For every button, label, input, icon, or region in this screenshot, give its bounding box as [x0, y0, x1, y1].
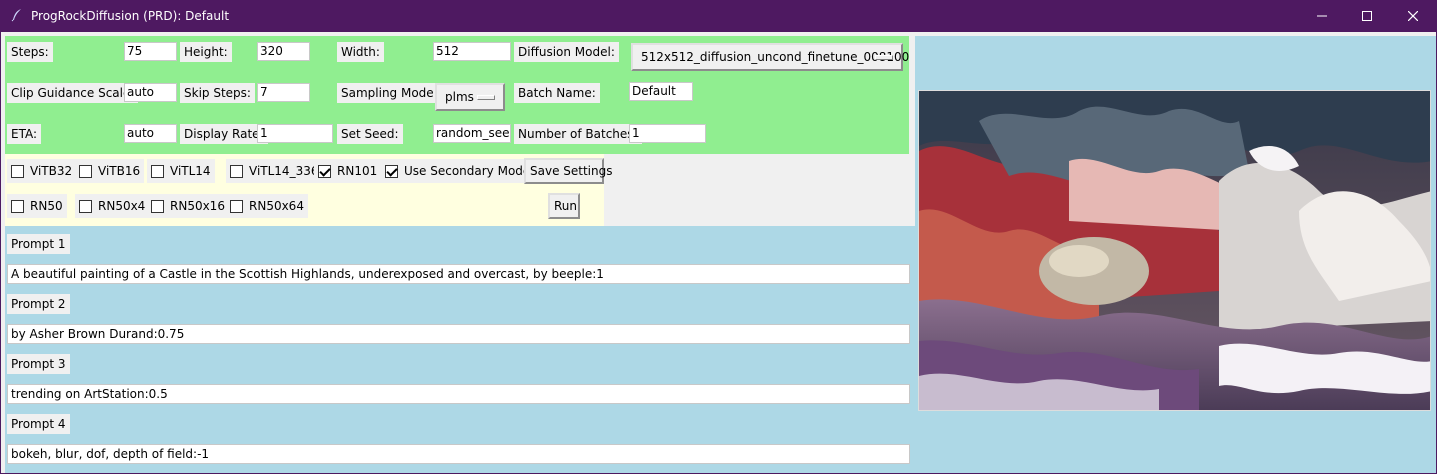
clip-guidance-scale-label: Clip Guidance Scale:	[7, 83, 139, 103]
checkbox-rn101[interactable]: RN101	[314, 159, 382, 183]
checkbox-icon	[11, 199, 24, 213]
clip-guidance-scale-input[interactable]: auto	[124, 83, 177, 102]
height-input[interactable]: 320	[257, 42, 310, 61]
checkbox-vitb16[interactable]: ViTB16	[75, 159, 145, 183]
checkbox-label: ViTL14	[170, 164, 211, 178]
generated-image	[919, 91, 1430, 410]
skip-steps-input[interactable]: 7	[257, 83, 310, 102]
checkbox-rn50x16[interactable]: RN50x16	[147, 194, 229, 218]
checkbox-vitl14[interactable]: ViTL14	[147, 159, 215, 183]
close-icon	[1408, 11, 1418, 21]
save-settings-button[interactable]: Save Settings	[524, 158, 613, 184]
checkbox-icon	[11, 164, 24, 178]
display-rate-label: Display Rate:	[180, 124, 268, 144]
prompt-4-input[interactable]: bokeh, blur, dof, depth of field:-1	[7, 444, 910, 464]
number-of-batches-input[interactable]: 1	[629, 124, 706, 143]
width-input[interactable]: 512	[433, 42, 511, 61]
checkbox-checked-icon	[318, 164, 331, 178]
generated-image-preview	[918, 90, 1431, 411]
skip-steps-label: Skip Steps:	[180, 83, 255, 103]
sampling-mode-select[interactable]: plms	[435, 83, 505, 111]
diffusion-model-value: 512x512_diffusion_uncond_finetune_008100	[641, 50, 910, 64]
checkbox-rn50[interactable]: RN50	[7, 194, 67, 218]
window-title: ProgRockDiffusion (PRD): Default	[31, 9, 230, 23]
checkbox-label: RN101	[337, 164, 378, 178]
checkbox-use-secondary-model[interactable]: Use Secondary Model	[381, 159, 538, 183]
dropdown-indicator-icon	[477, 95, 495, 100]
checkbox-icon	[151, 199, 164, 213]
minimize-button[interactable]	[1299, 0, 1345, 32]
minimize-icon	[1317, 15, 1327, 17]
checkbox-label: ViTL14_336	[249, 164, 319, 178]
width-label: Width:	[337, 42, 384, 62]
checkbox-rn50x64[interactable]: RN50x64	[226, 194, 308, 218]
display-rate-input[interactable]: 1	[257, 124, 333, 143]
checkbox-label: ViTB16	[98, 164, 141, 178]
title-bar[interactable]: ProgRockDiffusion (PRD): Default	[0, 0, 1437, 32]
checkbox-icon	[230, 199, 243, 213]
checkbox-checked-icon	[385, 164, 398, 178]
steps-label: Steps:	[7, 42, 53, 62]
batch-name-label: Batch Name:	[514, 83, 600, 103]
eta-input[interactable]: auto	[124, 124, 177, 143]
checkbox-label: RN50x64	[249, 199, 304, 213]
prompt-1-input[interactable]: A beautiful painting of a Castle in the …	[7, 264, 910, 284]
maximize-icon	[1362, 11, 1372, 21]
checkbox-vitl14-336[interactable]: ViTL14_336	[226, 159, 323, 183]
sampling-mode-value: plms	[445, 90, 474, 104]
checkbox-rn50x4[interactable]: RN50x4	[75, 194, 150, 218]
run-button[interactable]: Run	[548, 193, 580, 219]
checkbox-icon	[230, 164, 243, 178]
checkbox-vitb32[interactable]: ViTB32	[7, 159, 77, 183]
number-of-batches-label: Number of Batches:	[514, 124, 642, 144]
diffusion-model-label: Diffusion Model:	[514, 42, 619, 62]
checkbox-label: Use Secondary Model	[404, 164, 534, 178]
checkbox-label: ViTB32	[30, 164, 73, 178]
feather-icon	[10, 8, 24, 22]
close-button[interactable]	[1390, 0, 1436, 32]
set-seed-input[interactable]: random_seed	[433, 124, 511, 143]
checkbox-icon	[79, 199, 92, 213]
batch-name-input[interactable]: Default	[629, 82, 693, 101]
prompt-2-input[interactable]: by Asher Brown Durand:0.75	[7, 324, 910, 344]
checkbox-icon	[79, 164, 92, 178]
checkbox-label: RN50	[30, 199, 63, 213]
dropdown-indicator-icon	[875, 55, 893, 60]
maximize-button[interactable]	[1344, 0, 1390, 32]
prompt-1-label: Prompt 1	[7, 234, 70, 254]
height-label: Height:	[180, 42, 232, 62]
steps-input[interactable]: 75	[124, 42, 177, 61]
prompt-3-input[interactable]: trending on ArtStation:0.5	[7, 384, 910, 404]
prompt-4-label: Prompt 4	[7, 414, 70, 434]
prompt-2-label: Prompt 2	[7, 294, 70, 314]
client-area: Steps: 75 Height: 320 Width: 512 Diffusi…	[1, 32, 1436, 473]
set-seed-label: Set Seed:	[337, 124, 403, 144]
checkbox-icon	[151, 164, 164, 178]
eta-label: ETA:	[7, 124, 42, 144]
prompt-3-label: Prompt 3	[7, 354, 70, 374]
sampling-mode-label: Sampling Mode:	[337, 83, 442, 103]
checkbox-label: RN50x4	[98, 199, 146, 213]
diffusion-model-select[interactable]: 512x512_diffusion_uncond_finetune_008100	[631, 43, 909, 71]
checkbox-label: RN50x16	[170, 199, 225, 213]
